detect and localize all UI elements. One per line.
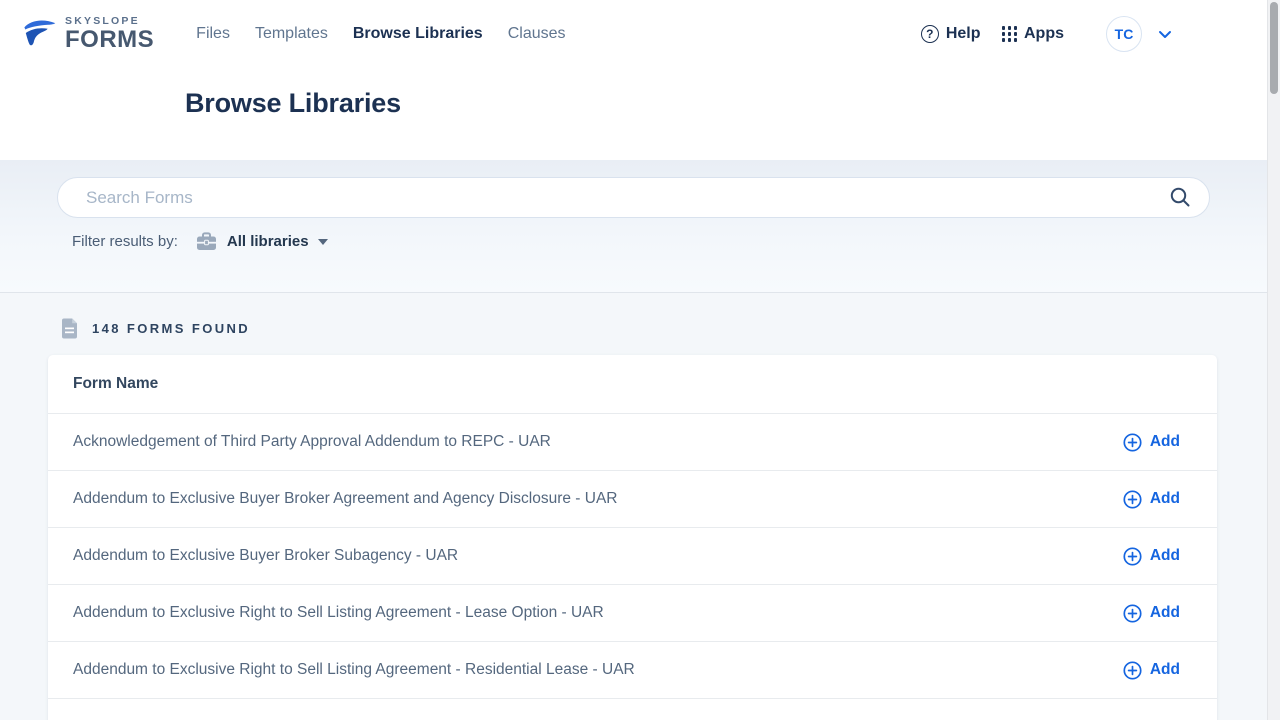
skyslope-forms-logo[interactable]: SKYSLOPE FORMS [22, 16, 154, 53]
form-name: Addendum to Exclusive Right to Sell List… [73, 604, 604, 622]
add-button[interactable]: Add [1123, 433, 1180, 452]
add-button[interactable]: Add [1123, 604, 1180, 623]
form-name: Addendum to Exclusive Buyer Broker Subag… [73, 547, 458, 565]
scrollbar-track[interactable] [1267, 0, 1280, 720]
add-button-label: Add [1150, 604, 1180, 622]
apps-grid-icon [1002, 26, 1018, 42]
column-header-form-name: Form Name [73, 375, 158, 393]
table-header: Form Name [48, 355, 1217, 413]
add-button[interactable]: Add [1123, 661, 1180, 680]
search-icon[interactable] [1169, 186, 1192, 209]
filter-selected-value: All libraries [227, 233, 309, 250]
table-body: Acknowledgement of Third Party Approval … [48, 413, 1217, 720]
table-row: Addendum to Exclusive Right to Sell List… [48, 584, 1217, 641]
avatar[interactable]: TC [1106, 16, 1142, 52]
help-label: Help [946, 25, 981, 43]
top-navigation-bar: SKYSLOPE FORMS Files Templates Browse Li… [0, 0, 1280, 68]
document-icon [60, 318, 79, 339]
help-question-icon [921, 25, 939, 43]
caret-down-icon [318, 239, 328, 245]
help-button[interactable]: Help [921, 25, 981, 43]
filter-row: Filter results by: All libraries [72, 232, 1280, 251]
add-button-label: Add [1150, 661, 1180, 679]
main-nav: Files Templates Browse Libraries Clauses [196, 25, 565, 43]
search-section: Filter results by: All libraries [0, 160, 1280, 293]
form-name: Addendum to Exclusive Buyer Broker Agree… [73, 490, 617, 508]
results-count-row: 148 FORMS FOUND [60, 318, 1280, 339]
search-box [57, 177, 1210, 218]
logo-skyslope-label: SKYSLOPE [65, 16, 154, 27]
search-input[interactable] [57, 177, 1210, 218]
apps-button[interactable]: Apps [1002, 25, 1065, 43]
plus-circle-icon [1123, 604, 1142, 623]
logo-forms-label: FORMS [65, 28, 154, 52]
browse-libraries-page: SKYSLOPE FORMS Files Templates Browse Li… [0, 0, 1280, 720]
form-name: Acknowledgement of Third Party Approval … [73, 433, 551, 451]
page-title: Browse Libraries [185, 88, 401, 119]
table-row: Addendum to Exclusive Buyer Broker Subag… [48, 527, 1217, 584]
user-menu[interactable]: TC [1106, 16, 1172, 52]
library-filter-dropdown[interactable]: All libraries [196, 232, 328, 251]
add-button-label: Add [1150, 433, 1180, 451]
results-count-text: 148 FORMS FOUND [92, 321, 250, 336]
table-row: Addendum to Exclusive Buyer Broker Agree… [48, 470, 1217, 527]
add-button-label: Add [1150, 490, 1180, 508]
nav-item-files[interactable]: Files [196, 25, 230, 43]
add-button[interactable]: Add [1123, 547, 1180, 566]
plus-circle-icon [1123, 661, 1142, 680]
results-section: 148 FORMS FOUND Form Name Acknowledgemen… [0, 293, 1280, 720]
filter-label: Filter results by: [72, 233, 178, 250]
table-row: Acknowledgement of Third Party Approval … [48, 413, 1217, 470]
plus-circle-icon [1123, 547, 1142, 566]
briefcase-icon [196, 232, 217, 251]
table-row-partial [48, 698, 1217, 720]
table-row: Addendum to Exclusive Right to Sell List… [48, 641, 1217, 698]
scrollbar-thumb[interactable] [1270, 2, 1278, 94]
add-button-label: Add [1150, 547, 1180, 565]
header-actions: Help Apps TC [921, 16, 1172, 52]
chevron-down-icon[interactable] [1158, 30, 1172, 39]
plus-circle-icon [1123, 490, 1142, 509]
nav-item-browse-libraries[interactable]: Browse Libraries [353, 25, 483, 43]
nav-item-templates[interactable]: Templates [255, 25, 328, 43]
form-name: Addendum to Exclusive Right to Sell List… [73, 661, 635, 679]
plus-circle-icon [1123, 433, 1142, 452]
nav-item-clauses[interactable]: Clauses [508, 25, 566, 43]
apps-label: Apps [1024, 25, 1064, 43]
skyslope-swoosh-icon [22, 16, 60, 52]
header: SKYSLOPE FORMS Files Templates Browse Li… [0, 0, 1280, 160]
forms-table-card: Form Name Acknowledgement of Third Party… [48, 355, 1217, 720]
logo-text: SKYSLOPE FORMS [65, 16, 154, 53]
add-button[interactable]: Add [1123, 490, 1180, 509]
